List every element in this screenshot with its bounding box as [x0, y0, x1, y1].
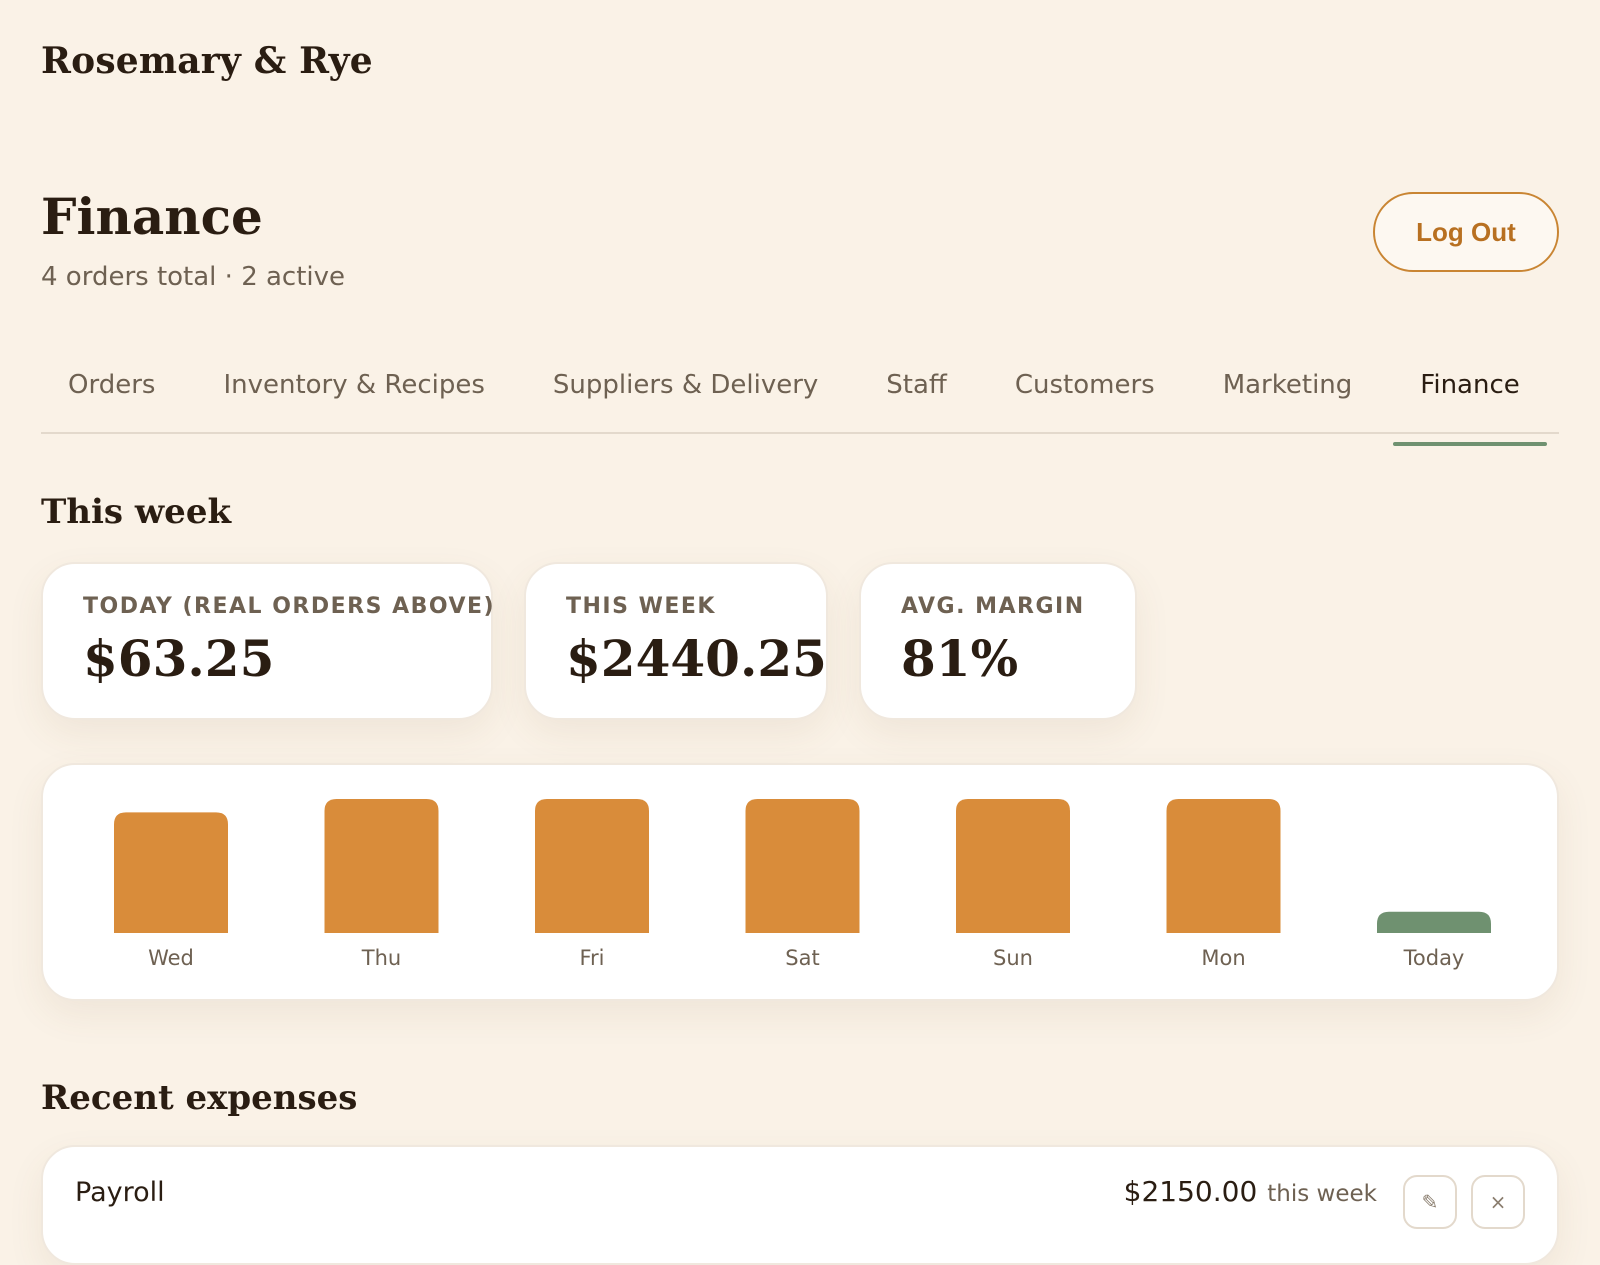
expense-name: Payroll: [75, 1177, 165, 1208]
bar-fri: [535, 799, 649, 933]
expense-row-payroll: Payroll $2150.00 this week ✎ ×: [41, 1145, 1559, 1265]
stat-label: AVG. MARGIN: [901, 594, 1085, 619]
bar-thu: [324, 799, 439, 933]
section-title-recent-expenses: Recent expenses: [41, 1078, 358, 1118]
tab-inventory-recipes[interactable]: Inventory & Recipes: [196, 352, 511, 430]
bar-label-fri: Fri: [579, 946, 604, 970]
stat-value: 81%: [901, 629, 1019, 688]
bar-wed: [114, 812, 228, 933]
tab-suppliers-delivery[interactable]: Suppliers & Delivery: [526, 352, 845, 430]
page-header: Finance 4 orders total · 2 active Log Ou…: [41, 192, 1559, 302]
edit-expense-button[interactable]: ✎: [1403, 1175, 1457, 1229]
section-title-this-week: This week: [41, 492, 232, 532]
tab-marketing[interactable]: Marketing: [1196, 352, 1380, 430]
stat-card-this-week: THIS WEEK $2440.25: [524, 562, 828, 720]
main-tabs: Orders Inventory & Recipes Suppliers & D…: [41, 352, 1559, 446]
tab-customers[interactable]: Customers: [988, 352, 1182, 430]
stat-label: THIS WEEK: [566, 594, 716, 619]
bar-label-wed: Wed: [148, 946, 194, 970]
brand-logo: Rosemary & Rye: [41, 40, 373, 82]
tab-finance[interactable]: Finance: [1393, 352, 1548, 446]
stat-card-avg-margin: AVG. MARGIN 81%: [859, 562, 1137, 720]
bar-label-thu: Thu: [361, 946, 401, 970]
stat-label: TODAY (REAL ORDERS ABOVE): [83, 594, 496, 619]
tab-staff[interactable]: Staff: [859, 352, 974, 430]
expense-amount-value: $2150.00: [1123, 1175, 1258, 1208]
log-out-button[interactable]: Log Out: [1373, 192, 1559, 272]
bar-label-mon: Mon: [1201, 946, 1245, 970]
weekly-sales-chart: Wed Thu Fri Sat Sun Mon Today: [41, 763, 1559, 1001]
bar-mon: [1166, 799, 1281, 933]
delete-expense-button[interactable]: ×: [1471, 1175, 1525, 1229]
pencil-icon: ✎: [1421, 1190, 1439, 1214]
stats-row: TODAY (REAL ORDERS ABOVE) $63.25 THIS WE…: [41, 562, 1137, 720]
stat-value: $63.25: [83, 629, 275, 688]
page-subtitle: 4 orders total · 2 active: [41, 262, 346, 292]
bar-sat: [745, 799, 860, 933]
expense-amount: $2150.00 this week: [1124, 1175, 1377, 1208]
weekly-sales-chart-svg: Wed Thu Fri Sat Sun Mon Today: [114, 799, 1491, 970]
stat-card-today: TODAY (REAL ORDERS ABOVE) $63.25: [41, 562, 496, 720]
page-title: Finance: [41, 187, 263, 246]
bar-sun: [956, 799, 1070, 933]
tab-orders[interactable]: Orders: [41, 352, 182, 430]
stat-value: $2440.25: [566, 629, 827, 688]
close-icon: ×: [1489, 1190, 1507, 1214]
bar-label-today: Today: [1403, 946, 1465, 970]
bar-today: [1377, 911, 1491, 933]
bar-label-sat: Sat: [785, 946, 819, 970]
bar-label-sun: Sun: [993, 946, 1033, 970]
expense-period: this week: [1267, 1181, 1377, 1207]
